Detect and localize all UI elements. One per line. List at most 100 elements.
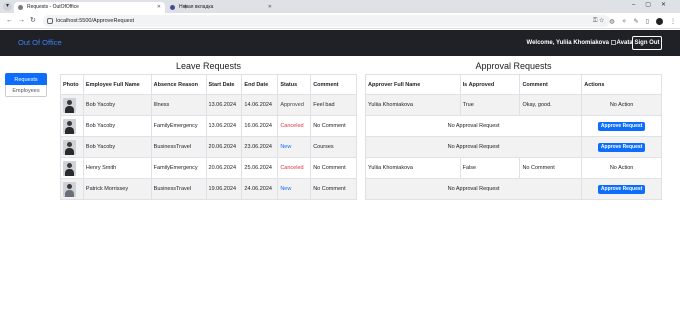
end-date: 16.06.2024 (241, 115, 279, 137)
status-badge: New (277, 178, 312, 200)
employee-photo (63, 160, 76, 176)
no-action-text: No Action (581, 157, 662, 179)
puzzle-icon[interactable]: ✧ (622, 18, 627, 25)
employee-name: Bob Yacoby (82, 94, 152, 116)
leave-requests-title: Leave Requests (175, 61, 242, 71)
menu-kebab-icon[interactable]: ⋮ (670, 18, 676, 25)
table-row[interactable]: Henry Smith FamilyEmergency 20.06.2024 2… (60, 157, 357, 179)
no-action-text: No Action (581, 94, 662, 116)
leave-requests-table: Photo Employee Full Name Absence Reason … (60, 74, 357, 200)
approve-request-button[interactable]: Approve Request (597, 121, 646, 131)
back-icon[interactable]: ← (6, 16, 13, 26)
column-header-actions: Actions (581, 74, 662, 95)
end-date: 23.06.2024 (241, 136, 279, 158)
table-row[interactable]: Bob Yacoby FamilyEmergency 13.06.2024 16… (60, 115, 357, 137)
table-row: No Approval Request Approve Request (364, 115, 662, 137)
approval-comment: Okay, good. (519, 94, 583, 116)
leave-comment: Courses (310, 136, 357, 158)
tab-title: Requests - OutOfOffice (27, 4, 79, 10)
extensions-icon[interactable]: ◍ (609, 18, 614, 25)
sign-out-button[interactable]: Sign Out (632, 36, 662, 50)
start-date: 20.06.2024 (205, 157, 243, 179)
no-approval-request-text: No Approval Request (364, 115, 583, 137)
sidebar-item-requests[interactable]: Requests (5, 73, 47, 85)
absence-reason: BusinessTravel (150, 178, 207, 200)
absence-reason: BusinessTravel (150, 136, 207, 158)
edit-icon[interactable]: ✎ (634, 18, 639, 25)
employee-name: Bob Yacoby (82, 115, 152, 137)
close-icon[interactable]: ✕ (157, 2, 161, 13)
brand-logo[interactable]: Out Of Office (18, 30, 62, 56)
approver-name: Yuliia Khomiakova (365, 157, 461, 179)
employee-photo (63, 139, 76, 155)
site-info-icon[interactable] (47, 18, 53, 24)
no-approval-request-text: No Approval Request (364, 136, 583, 158)
browser-tab-bar: ▾ Requests - OutOfOffice ✕ Новая вкладка… (0, 0, 680, 13)
browser-tab-requests[interactable]: Requests - OutOfOffice ✕ (14, 2, 165, 13)
is-approved-value: False (459, 157, 521, 179)
leave-comment: No Comment (310, 178, 357, 200)
leave-comment: Feel bad (310, 94, 357, 116)
status-badge: New (277, 136, 312, 158)
column-header-photo: Photo (60, 74, 84, 95)
welcome-text: Welcome, Yuliia Khomiakova (526, 40, 609, 46)
side-menu: Requests Employees (5, 73, 47, 97)
column-header-approver: Approver Full Name (365, 74, 461, 95)
leave-comment: No Comment (310, 115, 357, 137)
is-approved-value: True (459, 94, 521, 116)
approver-name: Yuliia Khomiakova (365, 94, 461, 116)
browser-toolbar: ← → ↻ localhost:5500/ApproveRequest ⚿ ☆ … (0, 13, 680, 29)
table-row: No Approval Request Approve Request (364, 136, 662, 158)
table-row: Yuliia Khomiakova False No Comment No Ac… (365, 157, 662, 179)
forward-icon[interactable]: → (18, 16, 25, 26)
approve-request-button[interactable]: Approve Request (597, 142, 646, 152)
column-header-reason: Absence Reason (150, 74, 207, 95)
toolbar-actions: ◍ ✧ ✎ ▯ ⋮ (609, 15, 676, 27)
table-row[interactable]: Patrick Morrissey BusinessTravel 19.06.2… (60, 178, 357, 200)
globe-icon (18, 5, 23, 10)
status-badge: Canceled (277, 157, 312, 179)
bookmark-star-icon[interactable]: ⚿ ☆ (593, 15, 604, 27)
start-date: 20.06.2024 (205, 136, 243, 158)
table-row: No Approval Request Approve Request (364, 178, 662, 200)
approval-comment: No Comment (519, 157, 583, 179)
column-header-employee: Employee Full Name (82, 74, 152, 95)
end-date: 24.06.2024 (241, 178, 279, 200)
tab-search-icon[interactable]: ▾ (3, 2, 12, 11)
employee-photo (63, 97, 76, 113)
window-controls[interactable]: –▢✕ (632, 1, 676, 8)
reload-icon[interactable]: ↻ (30, 16, 36, 26)
approval-requests-title: Approval Requests (475, 61, 552, 71)
column-header-status: Status (277, 74, 312, 95)
leave-comment: No Comment (310, 157, 357, 179)
column-header-is-approved: Is Approved (459, 74, 521, 95)
end-date: 25.06.2024 (241, 157, 279, 179)
table-row[interactable]: Bob Yacoby Illness 13.06.2024 14.06.2024… (60, 94, 357, 116)
absence-reason: FamilyEmergency (150, 157, 207, 179)
employee-name: Henry Smith (82, 157, 152, 179)
absence-reason: Illness (150, 94, 207, 116)
no-approval-request-text: No Approval Request (364, 178, 583, 200)
new-tab-icon[interactable]: + (183, 2, 188, 11)
employee-photo (63, 181, 76, 197)
employee-name: Patrick Morrissey (82, 178, 152, 200)
tab-favicon-icon (170, 5, 175, 10)
close-icon[interactable]: ✕ (268, 2, 272, 13)
employee-name: Bob Yacoby (82, 136, 152, 158)
column-header-comment: Comment (310, 74, 357, 95)
employee-photo (63, 118, 76, 134)
approve-request-button[interactable]: Approve Request (597, 184, 646, 194)
profile-avatar[interactable] (656, 17, 663, 25)
table-row: Yuliia Khomiakova True Okay, good. No Ac… (365, 94, 662, 116)
start-date: 13.06.2024 (205, 115, 243, 137)
column-header-start: Start Date (205, 74, 243, 95)
start-date: 19.06.2024 (205, 178, 243, 200)
absence-reason: FamilyEmergency (150, 115, 207, 137)
sidepanel-icon[interactable]: ▯ (646, 18, 649, 25)
sidebar-item-employees[interactable]: Employees (5, 85, 47, 97)
table-row[interactable]: Bob Yacoby BusinessTravel 20.06.2024 23.… (60, 136, 357, 158)
start-date: 13.06.2024 (205, 94, 243, 116)
address-bar[interactable]: localhost:5500/ApproveRequest ⚿ ☆ (43, 15, 610, 27)
status-badge: Approved (277, 94, 312, 116)
url-text[interactable]: localhost:5500/ApproveRequest (56, 15, 134, 27)
